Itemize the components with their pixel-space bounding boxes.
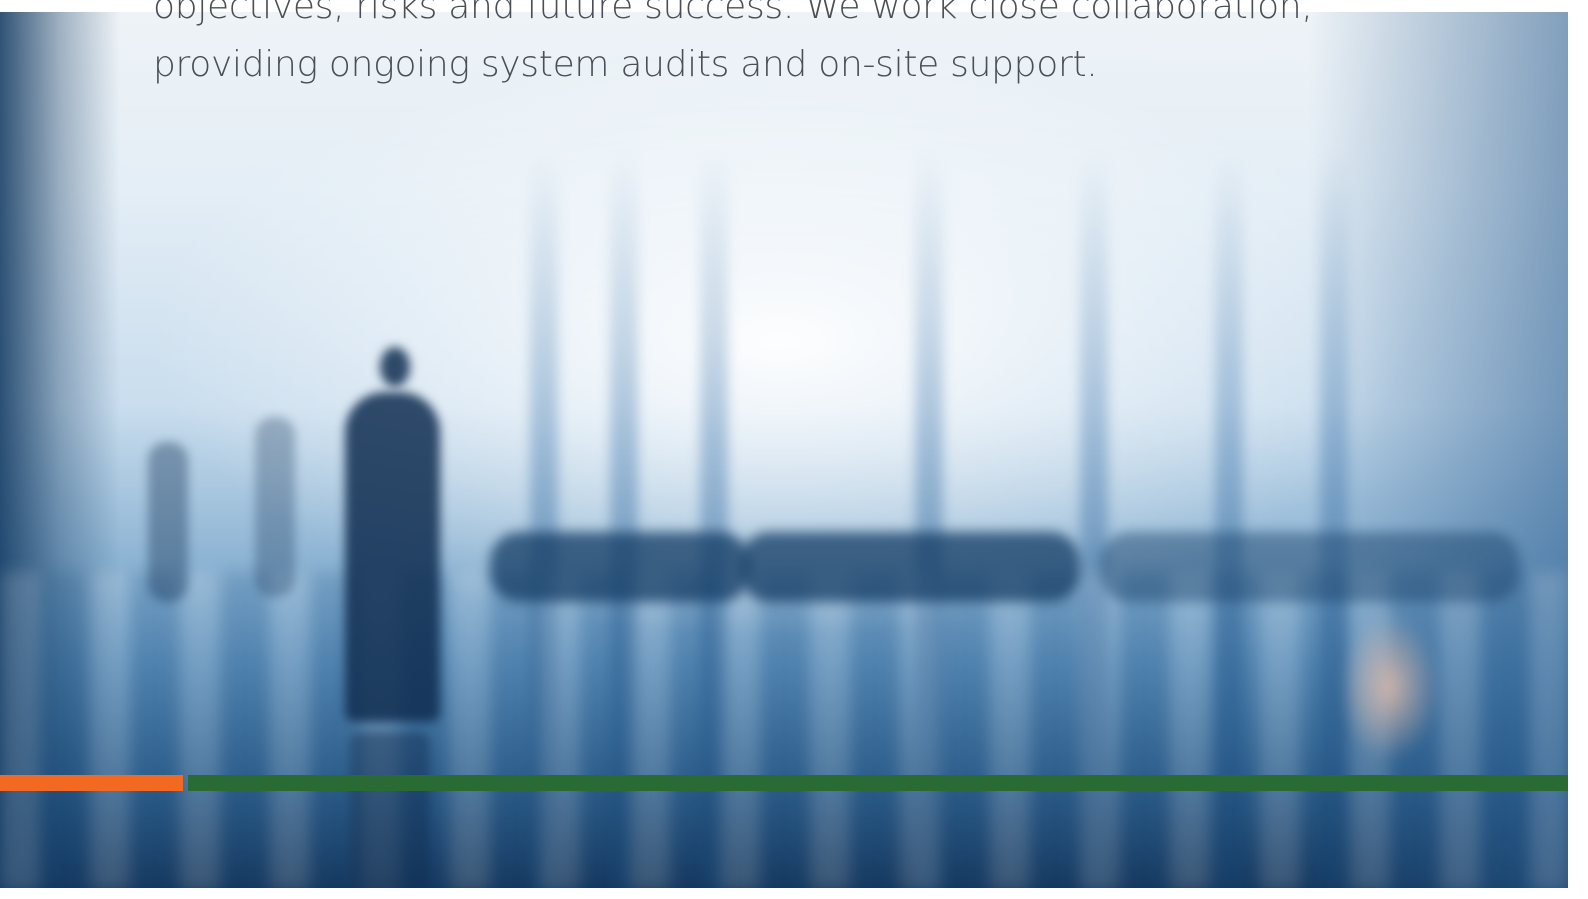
accent-bar-green xyxy=(188,775,1568,791)
hero-person-silhouette xyxy=(148,442,188,602)
hero-lobby-furniture xyxy=(1100,532,1520,602)
hero-person-silhouette xyxy=(255,417,295,597)
hero-businessman-reflection xyxy=(350,732,430,888)
hero-light-glow xyxy=(1340,612,1440,762)
hero-lobby-furniture xyxy=(490,532,750,602)
hero-businessman-silhouette xyxy=(345,392,440,722)
hero-background-image xyxy=(0,12,1568,888)
hero-floor-reflection xyxy=(0,572,1568,888)
page: objectives, risks and future success. We… xyxy=(0,0,1588,899)
hero-businessman-head xyxy=(380,347,410,387)
intro-paragraph: objectives, risks and future success. We… xyxy=(153,0,1313,85)
accent-bar-orange xyxy=(0,775,183,791)
hero-lobby-furniture xyxy=(740,532,1080,602)
